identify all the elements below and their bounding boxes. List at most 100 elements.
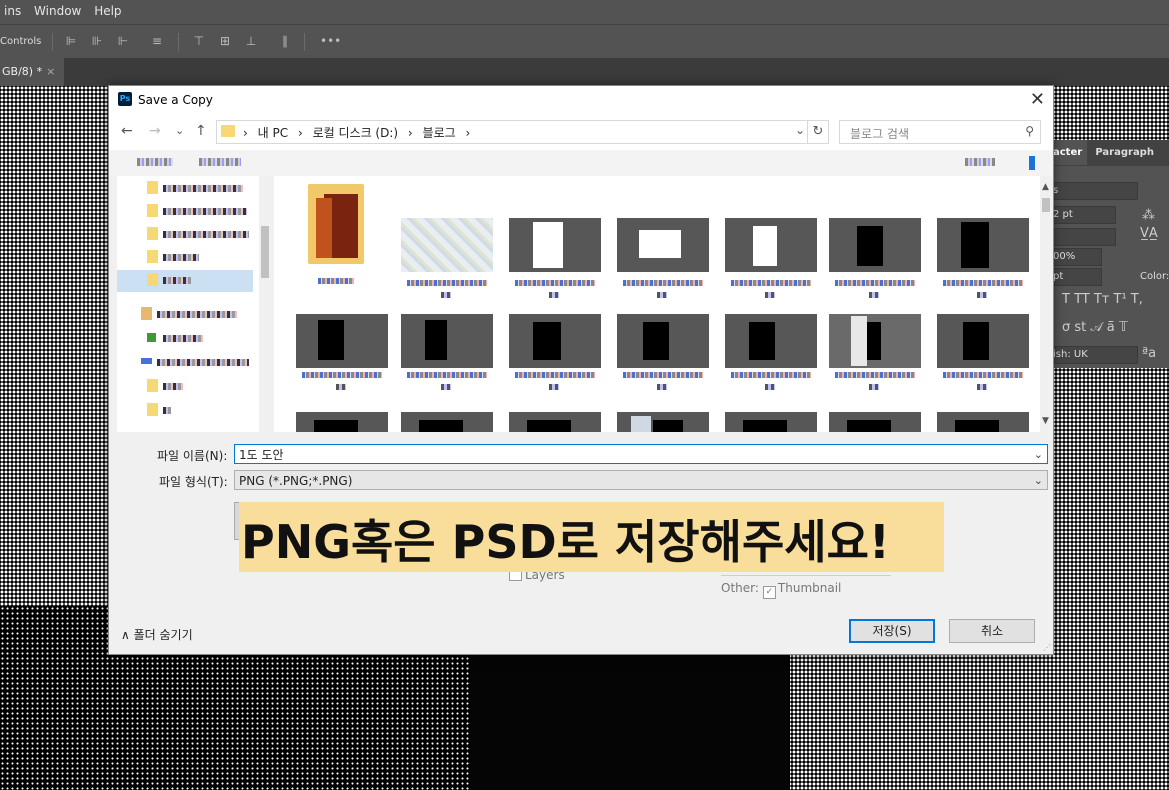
thumbnail	[509, 412, 601, 432]
leading-field[interactable]	[1050, 228, 1116, 246]
tree-item[interactable]	[147, 330, 255, 346]
file-name-field[interactable]: 1도 도안 ⌄	[234, 444, 1048, 464]
file-grid-scrollbar[interactable]: ▲ ▼	[1040, 176, 1052, 432]
file-name	[657, 292, 667, 298]
file-name	[731, 372, 811, 378]
distribute-icon[interactable]: ≡	[150, 34, 164, 48]
align-center-icon[interactable]: ⊪	[90, 34, 104, 48]
more-options-icon[interactable]: •••	[320, 34, 341, 48]
file-name	[869, 384, 879, 390]
font-size-field[interactable]: 2 pt	[1050, 206, 1116, 224]
forward-icon[interactable]: →	[149, 123, 161, 139]
file-type-select[interactable]: PNG (*.PNG;*.PNG) ⌄	[234, 470, 1048, 490]
folder-icon	[221, 125, 235, 137]
navigation-pane	[117, 176, 267, 432]
file-name	[515, 372, 595, 378]
file-name	[302, 372, 382, 378]
thumbnail	[937, 314, 1029, 368]
file-name	[657, 384, 667, 390]
thumbnail-checkbox[interactable]: ✓	[762, 586, 776, 599]
thumbnail	[937, 218, 1029, 272]
tracking-icon[interactable]: ⁂	[1142, 208, 1155, 223]
file-name	[336, 384, 346, 390]
distribute-vertical-icon[interactable]: ∥	[278, 34, 292, 48]
align-middle-icon[interactable]: ⊞	[218, 34, 232, 48]
tree-item[interactable]	[141, 306, 249, 322]
tab-close-icon[interactable]: ×	[46, 65, 55, 78]
organize-button[interactable]	[137, 158, 173, 166]
tab-paragraph[interactable]: Paragraph	[1090, 140, 1159, 165]
tree-item[interactable]	[147, 249, 255, 265]
breadcrumb-sep: ›	[407, 126, 413, 140]
anti-alias-icon[interactable]: ªa	[1142, 346, 1156, 361]
other-label: Other:	[721, 581, 759, 595]
align-top-icon[interactable]: ⊤	[192, 34, 206, 48]
align-bottom-icon[interactable]: ⊥	[244, 34, 258, 48]
view-options-button[interactable]	[965, 158, 995, 166]
file-name	[407, 280, 487, 286]
search-input[interactable]: 블로그 검색 ⚲	[839, 120, 1041, 144]
new-folder-button[interactable]	[199, 158, 241, 166]
tree-item[interactable]	[147, 272, 255, 288]
chevron-down-icon[interactable]: ⌄	[1034, 445, 1043, 465]
tree-item[interactable]	[147, 378, 255, 394]
breadcrumb-local-disk[interactable]: 로컬 디스크 (D:)	[313, 126, 398, 140]
file-name	[943, 280, 1023, 286]
scroll-down-icon[interactable]: ▼	[1042, 416, 1049, 426]
refresh-icon[interactable]: ↻	[807, 120, 829, 144]
scrollbar-thumb[interactable]	[1042, 198, 1050, 212]
chevron-down-icon[interactable]: ⌄	[1034, 471, 1043, 491]
vertical-scale-field[interactable]: 00%	[1050, 248, 1102, 266]
file-name	[515, 280, 595, 286]
thumbnail	[725, 412, 817, 432]
address-bar[interactable]: › 내 PC › 로컬 디스크 (D:) › 블로그 › ⌄	[216, 120, 808, 144]
breadcrumb-this-pc[interactable]: 내 PC	[258, 126, 288, 140]
navigation-row: ← → ⌄ ↑ › 내 PC › 로컬 디스크 (D:) › 블로그 › ⌄ ↻…	[109, 114, 1053, 150]
help-icon[interactable]	[1029, 156, 1035, 170]
resize-grip-icon[interactable]: ⋰	[1043, 643, 1051, 652]
align-right-icon[interactable]: ⊩	[116, 34, 130, 48]
menu-help[interactable]: Help	[90, 0, 126, 18]
breadcrumb-blog[interactable]: 블로그	[423, 126, 456, 140]
kerning-icon[interactable]: V̲A̲	[1140, 226, 1158, 241]
dialog-title: Save a Copy	[138, 93, 213, 107]
cancel-button[interactable]: 취소	[949, 619, 1035, 643]
opentype-icons[interactable]: σ st 𝒜 ā̄ 𝕋	[1062, 320, 1128, 335]
tree-item[interactable]	[147, 180, 255, 196]
navigation-scrollbar[interactable]	[259, 176, 269, 432]
font-family-select[interactable]: s	[1050, 182, 1138, 200]
file-name	[731, 280, 811, 286]
menu-window[interactable]: Window	[30, 0, 86, 18]
save-button[interactable]: 저장(S)	[849, 619, 935, 643]
banner-text: PNG혹은 PSD로 저장해주세요!	[241, 515, 890, 569]
language-select[interactable]: ish: UK	[1050, 346, 1138, 364]
tree-item[interactable]	[147, 226, 255, 242]
thumbnail	[725, 314, 817, 368]
thumbnail-option[interactable]: Other: ✓ Thumbnail	[721, 581, 841, 599]
chevron-down-icon[interactable]: ⌄	[795, 123, 805, 137]
document-tab-label: GB/8) *	[2, 65, 43, 78]
options-bar: Controls ⊫ ⊪ ⊩ ≡ ⊤ ⊞ ⊥ ∥ •••	[0, 24, 1169, 59]
thumbnail-label: Thumbnail	[777, 581, 842, 595]
scroll-up-icon[interactable]: ▲	[1042, 182, 1049, 192]
scrollbar-thumb[interactable]	[261, 226, 269, 278]
back-icon[interactable]: ←	[121, 123, 133, 139]
file-name	[407, 372, 487, 378]
tree-item[interactable]	[147, 402, 255, 418]
baseline-field[interactable]: pt	[1050, 268, 1102, 286]
thumbnail	[509, 314, 601, 368]
document-tab[interactable]: GB/8) * ×	[0, 58, 64, 86]
file-name	[623, 372, 703, 378]
menu-plugins[interactable]: ins	[0, 0, 26, 18]
close-icon[interactable]: ✕	[1030, 89, 1045, 110]
tree-item[interactable]	[141, 354, 249, 370]
instruction-banner: PNG혹은 PSD로 저장해주세요!	[239, 502, 944, 572]
up-folder-icon[interactable]: ↑	[195, 123, 207, 139]
hide-folders-toggle[interactable]: ∧ 폴더 숨기기	[121, 626, 193, 643]
file-name	[977, 384, 987, 390]
text-style-icons[interactable]: T TT Tт T¹ T,	[1062, 292, 1143, 307]
tree-item[interactable]	[147, 203, 255, 219]
breadcrumb-sep: ›	[243, 126, 248, 140]
recent-locations-icon[interactable]: ⌄	[175, 124, 184, 137]
align-left-icon[interactable]: ⊫	[64, 34, 78, 48]
